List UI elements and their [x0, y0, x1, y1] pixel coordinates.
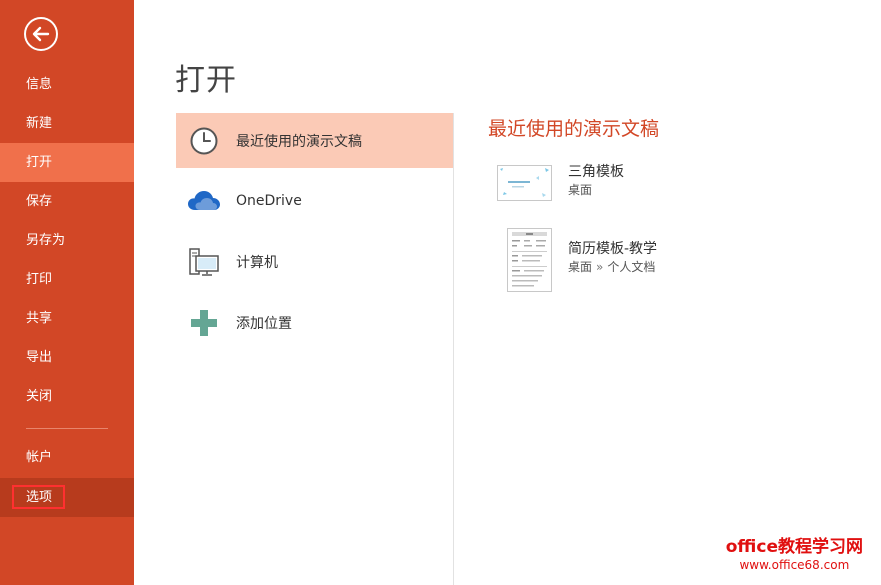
- arrow-left-icon: [32, 26, 50, 42]
- place-add-location[interactable]: 添加位置: [176, 295, 453, 350]
- place-computer[interactable]: 计算机: [176, 234, 453, 289]
- nav-info[interactable]: 信息: [0, 65, 134, 104]
- path-separator: »: [596, 260, 604, 274]
- clock-icon: [182, 124, 226, 158]
- place-label: 计算机: [236, 254, 278, 271]
- place-label: 添加位置: [236, 315, 292, 332]
- file-thumbnail: [507, 228, 552, 292]
- file-thumbnail: [497, 165, 552, 201]
- nav-new[interactable]: 新建: [0, 104, 134, 143]
- path-segment: 个人文档: [607, 260, 656, 274]
- nav-save-as[interactable]: 另存为: [0, 221, 134, 260]
- computer-icon: [182, 245, 226, 279]
- recent-file-item[interactable]: 简历模板-教学 桌面» 个人文档: [497, 228, 657, 292]
- path-segment: 桌面: [568, 260, 593, 274]
- nav-save[interactable]: 保存: [0, 182, 134, 221]
- nav-divider: [26, 428, 108, 429]
- nav-account[interactable]: 帐户: [0, 438, 134, 477]
- nav-export[interactable]: 导出: [0, 338, 134, 377]
- file-name: 三角模板: [568, 164, 624, 180]
- file-name: 简历模板-教学: [568, 241, 658, 257]
- watermark-title: office教程学习网: [725, 537, 863, 557]
- file-path: 桌面» 个人文档: [568, 259, 657, 275]
- cloud-icon: [182, 184, 226, 218]
- place-label: OneDrive: [236, 192, 302, 209]
- nav-open[interactable]: 打开: [0, 143, 134, 182]
- file-path: 桌面: [568, 182, 624, 198]
- nav-print[interactable]: 打印: [0, 260, 134, 299]
- place-recent[interactable]: 最近使用的演示文稿: [176, 113, 453, 168]
- watermark-url: www.office68.com: [739, 558, 850, 572]
- place-onedrive[interactable]: OneDrive: [176, 173, 453, 228]
- site-watermark: office教程学习网 www.office68.com: [726, 537, 863, 573]
- path-segment: 桌面: [568, 183, 593, 197]
- plus-icon: [182, 306, 226, 340]
- page-title: 打开: [175, 63, 237, 98]
- place-label: 最近使用的演示文稿: [236, 133, 362, 150]
- recent-section-title: 最近使用的演示文稿: [488, 118, 660, 140]
- nav-close[interactable]: 关闭: [0, 377, 134, 416]
- backstage-sidebar: 信息 新建 打开 保存 另存为 打印 共享 导出 关闭 帐户 选项: [0, 0, 134, 585]
- back-button[interactable]: [24, 17, 58, 51]
- nav-options[interactable]: 选项: [0, 478, 134, 517]
- column-divider: [453, 113, 454, 585]
- recent-file-item[interactable]: 三角模板 桌面: [497, 164, 624, 201]
- nav-share[interactable]: 共享: [0, 299, 134, 338]
